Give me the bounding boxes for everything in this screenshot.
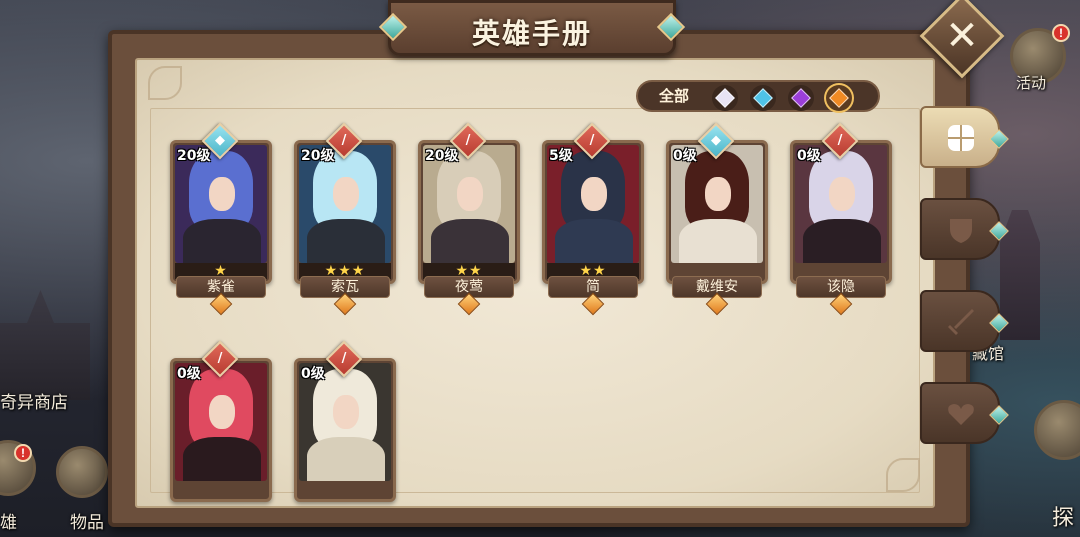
corner-ornament bbox=[148, 66, 182, 100]
tab-grid[interactable] bbox=[920, 106, 1009, 168]
tab-shield[interactable] bbox=[920, 198, 1009, 260]
hero-card[interactable]: 0级 / bbox=[290, 340, 400, 530]
hero-card-frame: 20级 ★★ bbox=[418, 140, 520, 284]
hero-level: 20级 bbox=[301, 148, 335, 164]
title-banner: 英雄手册 bbox=[378, 0, 686, 56]
hero-card[interactable]: 0级 ◆ 戴维安 bbox=[662, 122, 772, 316]
hero-alert-badge: ! bbox=[14, 444, 32, 462]
hero-card[interactable]: 20级 ★ ◆ 紫雀 bbox=[166, 122, 276, 316]
hero-card-frame: 0级 bbox=[666, 140, 768, 284]
page-title: 英雄手册 bbox=[471, 17, 592, 50]
filter-all-button[interactable]: 全部 bbox=[652, 85, 696, 107]
filter-blue-gem-button[interactable] bbox=[750, 85, 776, 111]
hero-card[interactable]: 0级 / 该隐 bbox=[786, 122, 896, 316]
hero-card-frame: 20级 ★ bbox=[170, 140, 272, 284]
filter-white-gem-button[interactable] bbox=[712, 85, 738, 111]
hero-level: 0级 bbox=[177, 366, 201, 382]
hero-card-frame: 0级 bbox=[170, 358, 272, 502]
sword-icon bbox=[946, 307, 976, 337]
filter-purple-gem-button[interactable] bbox=[788, 85, 814, 111]
hero-level: 20级 bbox=[425, 148, 459, 164]
orange-gem-icon bbox=[829, 88, 849, 108]
corner-ornament bbox=[886, 458, 920, 492]
shield-icon bbox=[946, 215, 976, 245]
heart-icon bbox=[946, 399, 976, 429]
hero-card-frame: 0级 bbox=[790, 140, 892, 284]
hero-card[interactable]: 20级 ★★ / 夜莺 bbox=[414, 122, 524, 316]
filter-orange-gem-button[interactable] bbox=[826, 85, 852, 111]
hero-card[interactable]: 5级 ★★ / 简 bbox=[538, 122, 648, 316]
tab-sword[interactable] bbox=[920, 290, 1009, 352]
hero-level: 0级 bbox=[797, 148, 821, 164]
explore-label[interactable]: 探 bbox=[1052, 500, 1074, 532]
items-icon[interactable] bbox=[56, 446, 108, 498]
tab-heart[interactable] bbox=[920, 382, 1009, 444]
hero-card[interactable]: 0级 / bbox=[166, 340, 276, 530]
purple-gem-icon bbox=[791, 88, 811, 108]
hero-card-frame: 20级 ★★★ bbox=[294, 140, 396, 284]
hero-level: 20级 bbox=[177, 148, 211, 164]
items-label[interactable]: 物品 bbox=[70, 508, 104, 533]
hero-card[interactable]: 20级 ★★★ / 索瓦 bbox=[290, 122, 400, 316]
hero-level: 0级 bbox=[301, 366, 325, 382]
hero-card-frame: 0级 bbox=[294, 358, 396, 502]
shop-label[interactable]: 奇异商店 bbox=[0, 388, 68, 413]
white-gem-icon bbox=[715, 88, 735, 108]
rarity-filter-bar: 全部 bbox=[636, 80, 880, 112]
activity-alert-badge: ! bbox=[1052, 24, 1070, 42]
activity-label[interactable]: 活动 bbox=[1016, 72, 1046, 93]
close-icon: ✕ bbox=[945, 12, 979, 59]
hero-level: 5级 bbox=[549, 148, 573, 164]
castle-silhouette bbox=[0, 290, 90, 400]
grid-icon bbox=[946, 123, 976, 153]
hero-level: 0级 bbox=[673, 148, 697, 164]
blue-gem-icon bbox=[753, 88, 773, 108]
hero-card-frame: 5级 ★★ bbox=[542, 140, 644, 284]
hero-label[interactable]: 雄 bbox=[0, 508, 17, 533]
